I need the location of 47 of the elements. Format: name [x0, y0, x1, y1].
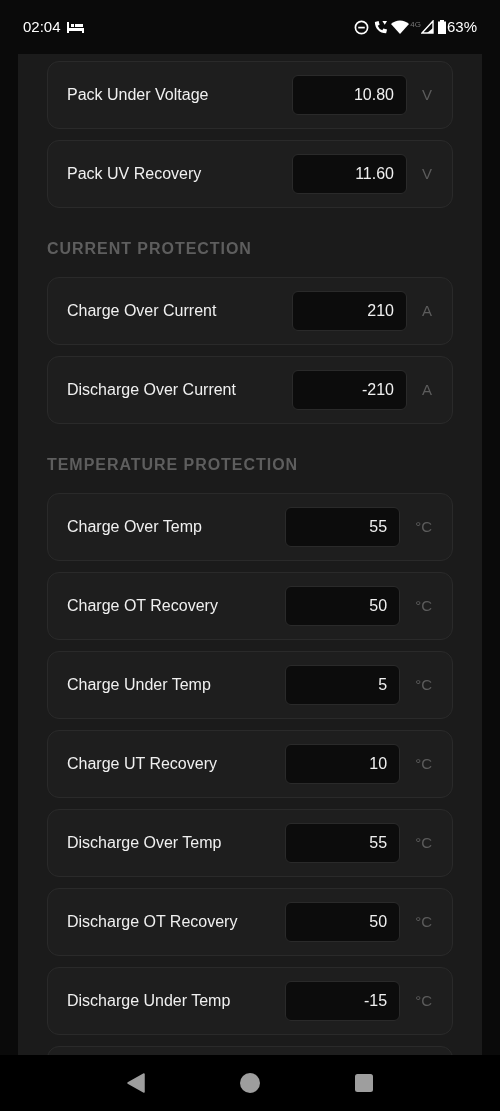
section-heading: TEMPERATURE PROTECTION [47, 455, 300, 475]
battery-percent: 63% [446, 16, 477, 37]
unit-label: °C [415, 674, 432, 695]
setting-label: Pack Under Voltage [67, 85, 210, 105]
phone-icon [373, 19, 389, 35]
value-field[interactable]: 10 [285, 744, 401, 784]
value-field[interactable]: 50 [285, 586, 401, 626]
value-field[interactable]: 11.60 [292, 154, 407, 194]
section-heading: CURRENT PROTECTION [47, 239, 253, 259]
bed-icon [66, 21, 84, 33]
value-field[interactable]: 55 [285, 823, 401, 863]
setting-label: Charge UT Recovery [67, 754, 218, 774]
unit-label: °C [415, 832, 432, 853]
clock: 02:04 [23, 16, 61, 37]
battery-icon [437, 20, 446, 34]
back-icon[interactable] [127, 1073, 146, 1093]
value-field[interactable]: 55 [285, 507, 401, 547]
setting-label: Charge Over Current [67, 301, 218, 321]
unit-label: °C [415, 595, 432, 616]
value-field[interactable]: 5 [285, 665, 401, 705]
setting-label: Discharge Over Temp [67, 833, 223, 853]
wifi-icon [391, 20, 410, 34]
unit-label: °C [415, 516, 432, 537]
unit-label: °C [415, 753, 432, 774]
unit-label: A [422, 379, 432, 400]
do-not-disturb-icon [354, 19, 370, 35]
unit-label: A [422, 300, 432, 321]
setting-label: Pack UV Recovery [67, 164, 203, 184]
setting-label: Discharge Under Temp [67, 991, 232, 1011]
unit-label: V [422, 84, 432, 105]
home-icon[interactable] [240, 1073, 260, 1093]
setting-label: Discharge Over Current [67, 380, 237, 400]
setting-label: Discharge OT Recovery [67, 912, 239, 932]
unit-label: °C [415, 990, 432, 1011]
setting-label: Charge OT Recovery [67, 596, 219, 616]
unit-label: V [422, 163, 432, 184]
value-field[interactable]: -15 [285, 981, 401, 1021]
setting-label: Charge Under Temp [67, 675, 212, 695]
value-field[interactable]: 210 [292, 291, 407, 331]
value-field[interactable]: 50 [285, 902, 401, 942]
signal-icon [420, 20, 434, 34]
value-field[interactable]: 10.80 [292, 75, 407, 115]
unit-label: °C [415, 911, 432, 932]
setting-label: Charge Over Temp [67, 517, 203, 537]
value-field[interactable]: -210 [292, 370, 407, 410]
recents-icon[interactable] [354, 1074, 373, 1092]
network-type: 4G [410, 19, 421, 31]
